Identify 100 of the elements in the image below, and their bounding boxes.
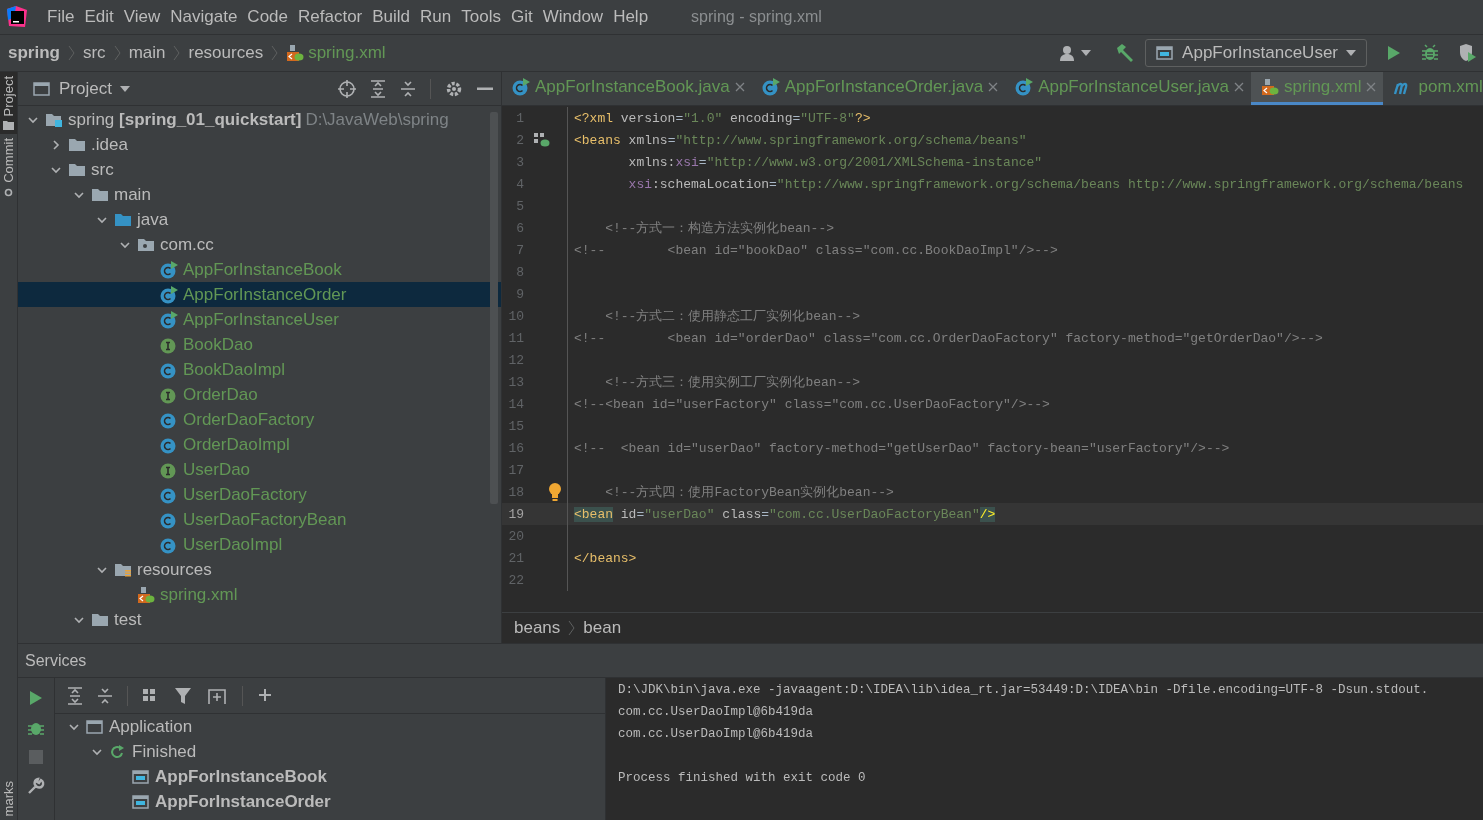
menu-item[interactable]: View — [118, 5, 166, 29]
tool-window-button[interactable]: Commit — [0, 134, 17, 203]
settings-icon[interactable] — [445, 79, 463, 98]
editor-tab[interactable]: AppForInstanceOrder.java — [751, 72, 1006, 105]
close-icon[interactable] — [734, 82, 745, 92]
menu-item[interactable]: Refactor — [293, 5, 368, 29]
menu-item[interactable]: Help — [608, 5, 654, 29]
menu-item[interactable]: Edit — [79, 5, 119, 29]
tree-item[interactable]: AppForInstanceBook — [18, 257, 501, 282]
tree-item[interactable]: spring.xml — [18, 582, 501, 607]
locate-icon[interactable] — [338, 79, 356, 98]
run-config-dropdown[interactable]: AppForInstanceUser — [1145, 39, 1367, 67]
tree-item[interactable]: resources — [18, 557, 501, 582]
code-line: <bean id="userDao" class="com.cc.UserDaoFactoryBean"/> — [573, 506, 996, 522]
scrollbar-thumb[interactable] — [490, 112, 498, 504]
tree-item[interactable]: java — [18, 207, 501, 232]
tool-window-button[interactable]: marks — [0, 776, 17, 820]
module-folder-icon — [45, 111, 63, 128]
tree-item[interactable]: OrderDao — [18, 382, 501, 407]
lightbulb-icon[interactable] — [548, 483, 562, 501]
tree-item[interactable]: main — [18, 182, 501, 207]
panel-title: Services — [25, 651, 87, 670]
tree-item[interactable]: UserDaoImpl — [18, 532, 501, 557]
tree-item[interactable]: spring [spring_01_quickstart] D:\JavaWeb\spring — [18, 107, 501, 132]
chevron-right-icon — [568, 620, 576, 636]
folder-icon — [91, 611, 109, 628]
wrench-icon[interactable] — [27, 777, 45, 795]
expand-all-icon[interactable] — [370, 79, 386, 98]
tree-item[interactable]: BookDao — [18, 332, 501, 357]
console-line: com.cc.UserDaoImpl@6b419da — [618, 726, 815, 743]
line-number: 17 — [507, 462, 525, 478]
editor-tab[interactable]: AppForInstanceBook.java — [502, 72, 752, 105]
run-icon[interactable] — [29, 690, 43, 706]
breadcrumb[interactable]: spring.xml — [284, 43, 388, 63]
breadcrumb[interactable]: spring — [6, 43, 62, 63]
line-number: 12 — [507, 352, 525, 368]
window-icon — [86, 718, 104, 735]
debug-icon[interactable] — [1421, 44, 1439, 62]
tree-item[interactable]: Finished — [55, 739, 605, 764]
tree-item[interactable]: test — [18, 607, 501, 632]
menu-item[interactable]: Window — [537, 5, 609, 29]
tree-item[interactable]: .idea — [18, 132, 501, 157]
line-number: 9 — [515, 286, 525, 302]
breadcrumb[interactable]: bean — [581, 618, 624, 638]
breadcrumb[interactable]: main — [126, 43, 168, 63]
xml-file-icon — [137, 585, 155, 604]
logo-icon[interactable] — [6, 6, 28, 28]
tree-item[interactable]: Application — [55, 714, 605, 739]
runnable-class-icon — [1015, 78, 1034, 96]
tree-item[interactable]: AppForInstanceOrder — [18, 282, 501, 307]
menu-item[interactable]: Tools — [456, 5, 506, 29]
menu-item[interactable]: Code — [242, 5, 293, 29]
tool-window-button[interactable]: Project — [0, 72, 17, 135]
code-line: xmlns:xsi="http://www.w3.org/2001/XMLSchema-instance" — [627, 154, 1043, 170]
expand-all-icon[interactable] — [67, 686, 83, 705]
tree-item[interactable]: OrderDaoImpl — [18, 432, 501, 457]
tree-item[interactable]: AppForInstanceOrder — [55, 789, 605, 814]
tree-item[interactable]: AppForInstanceUser — [18, 307, 501, 332]
new-tab-icon[interactable] — [208, 686, 228, 705]
close-icon[interactable] — [988, 82, 999, 92]
tree-item[interactable]: src — [18, 157, 501, 182]
breadcrumb[interactable]: beans — [512, 618, 563, 638]
tree-item[interactable]: com.cc — [18, 232, 501, 257]
view-dropdown[interactable]: Project — [33, 78, 130, 99]
breadcrumb[interactable]: resources — [186, 43, 266, 63]
run-icon[interactable] — [1387, 45, 1401, 61]
filter-icon[interactable] — [174, 686, 194, 705]
editor-tab[interactable]: AppForInstanceUser.java — [1005, 72, 1251, 105]
line-number: 2 — [515, 132, 525, 148]
code-line: <!-- <bean id="userDao" factory-method="getUserDao" factory-bean="userFactory"/>--> — [573, 440, 1230, 456]
hammer-icon[interactable] — [1115, 43, 1136, 63]
minimize-icon[interactable] — [477, 86, 493, 91]
line-number: 10 — [507, 308, 525, 324]
menu-item[interactable]: Git — [505, 5, 538, 29]
tree-item[interactable]: UserDaoFactoryBean — [18, 507, 501, 532]
tree-item[interactable]: AppForInstanceBook — [55, 764, 605, 789]
menu-item[interactable]: File — [42, 5, 80, 29]
collapse-all-icon[interactable] — [400, 79, 416, 98]
tree-item[interactable]: UserDao — [18, 457, 501, 482]
breadcrumb[interactable]: src — [80, 43, 108, 63]
tree-item[interactable]: OrderDaoFactory — [18, 407, 501, 432]
code-line: <beans xmlns="http://www.springframework.org/schema/beans" — [573, 132, 1027, 148]
line-number: 22 — [507, 572, 525, 588]
xml-file-icon — [1261, 78, 1279, 96]
tree-item[interactable]: UserDaoFactory — [18, 482, 501, 507]
coverage-icon[interactable] — [1459, 44, 1477, 62]
close-icon[interactable] — [1234, 82, 1244, 92]
line-number: 18 — [507, 484, 525, 500]
chevron-right-icon[interactable] — [50, 138, 62, 151]
bean-gutter-icon[interactable] — [534, 133, 550, 147]
code-line: <!-- <bean id="bookDao" class="com.cc.BookDaoImpl"/>--> — [573, 242, 1058, 258]
tree-item[interactable]: BookDaoImpl — [18, 357, 501, 382]
collapse-all-icon[interactable] — [97, 686, 113, 705]
editor-tab[interactable]: pom.xml — [1383, 72, 1483, 105]
folder-icon — [114, 211, 132, 228]
code-line: <!--方式三：使用实例工厂实例化bean--> — [604, 374, 861, 391]
menu-item[interactable]: Build — [367, 5, 416, 29]
line-number: 6 — [515, 220, 525, 236]
menu-item[interactable]: Run — [415, 5, 457, 29]
menu-item[interactable]: Navigate — [165, 5, 243, 29]
